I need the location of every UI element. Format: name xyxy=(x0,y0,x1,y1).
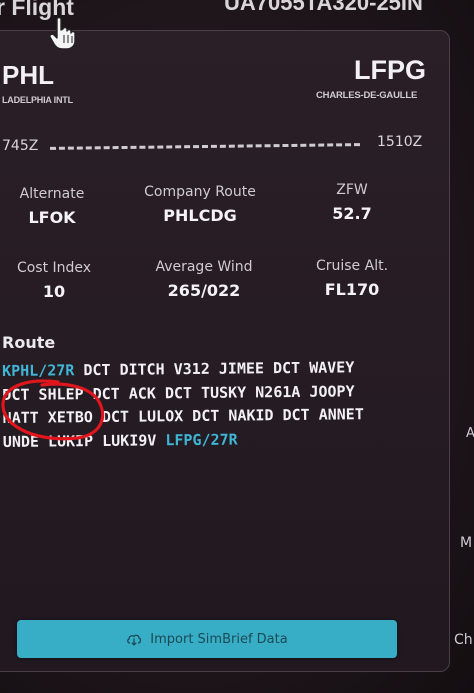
arrival-name: CHARLES-DE-GAULLE xyxy=(316,90,418,101)
hand-pointer-icon xyxy=(49,16,76,50)
import-button-label: Import SimBrief Data xyxy=(150,631,288,647)
edge-fragment-c: Ch xyxy=(454,632,473,648)
arrival-time: 1510Z xyxy=(377,134,423,150)
alternate-cell: Alternate LFOK xyxy=(2,186,102,227)
cost-index-label: Cost Index xyxy=(16,260,92,276)
route-destination: LFPG/27R xyxy=(165,430,238,449)
departure-time: 745Z xyxy=(2,138,39,154)
cost-index-cell: Cost Index 10 xyxy=(4,260,104,301)
handdrawn-red-circle xyxy=(1,379,105,441)
route-label: Route xyxy=(2,333,56,352)
edge-fragment-a: A xyxy=(466,426,474,441)
arrival-code: LFPG xyxy=(354,55,426,85)
zfw-label: ZFW xyxy=(336,182,368,198)
aircraft-id: UA7055TA320-25IN xyxy=(224,0,423,15)
route-line-1-rest: DCT DITCH V312 JIMEE DCT WAVEY xyxy=(74,358,355,380)
company-route-cell: Company Route PHLCDG xyxy=(134,184,266,225)
company-route-value: PHLCDG xyxy=(163,206,237,225)
cloud-download-icon xyxy=(127,634,142,646)
alternate-value: LFOK xyxy=(28,208,76,227)
edge-fragment-m: M xyxy=(460,535,473,551)
import-simbrief-button[interactable]: Import SimBrief Data xyxy=(17,620,397,658)
cruise-alt-label: Cruise Alt. xyxy=(315,258,389,274)
company-route-label: Company Route xyxy=(144,184,256,200)
departure-code: PHL xyxy=(2,60,54,90)
cost-index-value: 10 xyxy=(42,282,66,301)
cruise-alt-cell: Cruise Alt. FL170 xyxy=(302,258,402,299)
average-wind-cell: Average Wind 265/022 xyxy=(142,259,266,300)
zfw-cell: ZFW 52.7 xyxy=(306,182,398,223)
departure-name: LADELPHIA INTL xyxy=(2,95,73,105)
average-wind-label: Average Wind xyxy=(155,259,253,275)
zfw-value: 52.7 xyxy=(332,204,372,223)
average-wind-value: 265/022 xyxy=(167,281,241,300)
alternate-label: Alternate xyxy=(19,186,85,202)
cruise-alt-value: FL170 xyxy=(324,280,380,299)
flight-info-panel xyxy=(0,30,450,672)
screen: r Flight UA7055TA320-25IN PHL LADELPHIA … xyxy=(0,0,474,693)
